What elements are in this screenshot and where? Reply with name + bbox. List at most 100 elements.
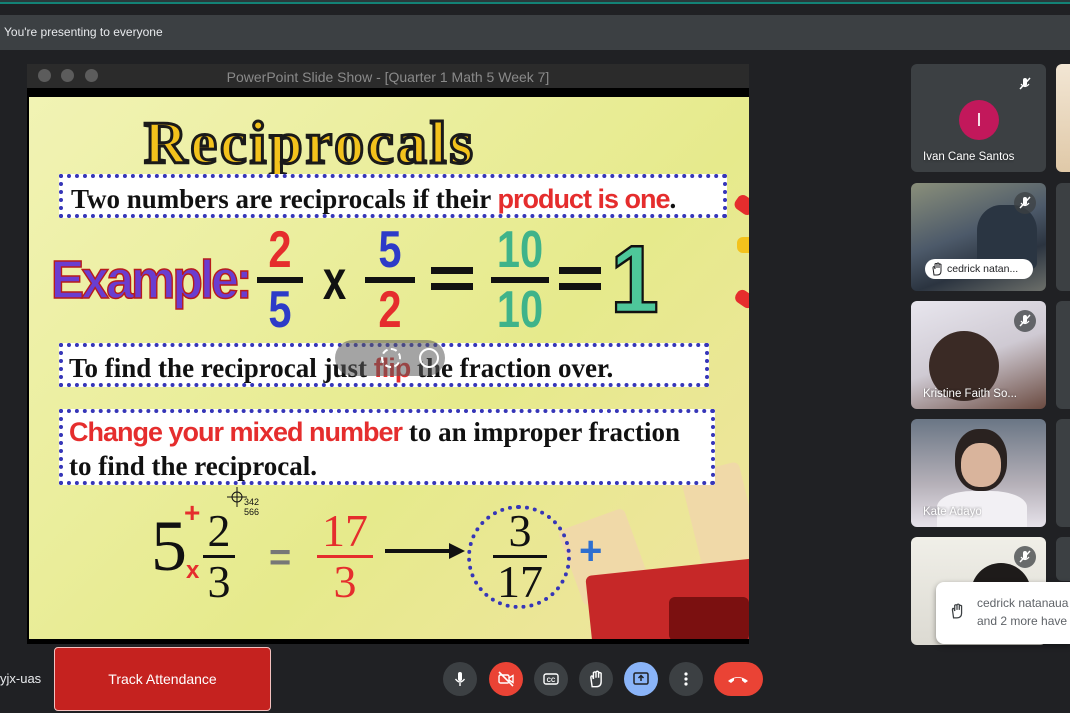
mixed-line-1: Change your mixed number to an improper … xyxy=(69,417,680,448)
mute-overlay-icon[interactable] xyxy=(381,348,401,368)
microphone-icon xyxy=(454,672,466,686)
camera-off-icon xyxy=(498,671,514,687)
deco-block xyxy=(732,192,749,218)
raise-hand-icon xyxy=(590,670,602,688)
mixed-den: 3 xyxy=(207,556,231,607)
overflow-tile[interactable] xyxy=(1056,419,1070,527)
frac1-num: 2 xyxy=(268,221,292,279)
mixed-number-box: Change your mixed number to an improper … xyxy=(59,409,715,485)
equals-sign-bottom xyxy=(559,283,601,290)
participant-tile[interactable]: Kate Adayo xyxy=(911,419,1046,527)
meeting-code: yjx-uas xyxy=(0,671,42,686)
cursor-y: 566 xyxy=(244,507,260,517)
definition-box: Two numbers are reciprocals if their pro… xyxy=(59,174,727,218)
plus-mark: + xyxy=(184,497,201,528)
raise-hand-button[interactable] xyxy=(579,662,613,696)
ppt-titlebar: PowerPoint Slide Show - [Quarter 1 Math … xyxy=(27,64,749,88)
improper-fraction: 17 3 xyxy=(317,505,373,607)
avatar: I xyxy=(959,100,999,140)
recip-den: 17 xyxy=(497,556,543,607)
overflow-tile[interactable] xyxy=(1056,301,1070,409)
captions-button[interactable]: CC xyxy=(534,662,568,696)
definition-prefix: Two numbers are reciprocals if their xyxy=(71,184,498,214)
participant-tile[interactable]: I Ivan Cane Santos xyxy=(911,64,1046,172)
deco-block xyxy=(737,237,749,253)
definition-suffix: . xyxy=(669,184,677,214)
raise-hand-icon xyxy=(932,262,942,276)
deco-plus: + xyxy=(579,529,603,573)
frac2-den: 2 xyxy=(378,281,402,339)
toast-line-1: cedrick natanaua xyxy=(977,596,1069,610)
multiply-mark: x xyxy=(186,557,200,584)
more-options-button[interactable] xyxy=(669,662,703,696)
presenter-overlay-pill[interactable] xyxy=(335,340,445,376)
improper-num: 17 xyxy=(322,505,368,556)
powerpoint-window: PowerPoint Slide Show - [Quarter 1 Math … xyxy=(27,64,749,644)
times-sign: x xyxy=(322,248,347,311)
participant-tile[interactable]: Kristine Faith So... xyxy=(911,301,1046,409)
end-call-icon xyxy=(728,677,748,683)
top-edge xyxy=(0,0,1070,4)
definition-text: Two numbers are reciprocals if their pro… xyxy=(71,184,676,215)
mixed-whole: 5 xyxy=(151,506,187,586)
participant-name: Kristine Faith So... xyxy=(923,388,1017,400)
video-face xyxy=(961,443,1001,487)
microphone-button[interactable] xyxy=(443,662,477,696)
result-one: 1 xyxy=(610,225,660,335)
present-now-button[interactable] xyxy=(624,662,658,696)
track-attendance-button[interactable]: Track Attendance xyxy=(54,647,271,711)
mic-off-icon xyxy=(1014,546,1036,568)
mic-off-icon xyxy=(1014,192,1036,214)
minus-circle-icon[interactable] xyxy=(419,348,439,368)
equals-sign-top xyxy=(559,267,601,274)
overflow-tile[interactable] xyxy=(1056,537,1070,581)
equals-sign-top xyxy=(431,267,473,274)
end-call-button[interactable] xyxy=(714,662,763,696)
cursor-x: 342 xyxy=(244,497,260,507)
raise-hand-icon xyxy=(951,603,963,619)
overflow-tile[interactable] xyxy=(1056,64,1070,172)
overflow-tile[interactable] xyxy=(1056,183,1070,291)
arrow-right-icon xyxy=(385,543,465,559)
equals-sign-bottom xyxy=(431,283,473,290)
present-icon xyxy=(633,672,649,685)
camera-toggle-button[interactable] xyxy=(489,662,523,696)
mixed-highlight: Change your mixed number xyxy=(69,417,403,447)
fraction-2-5: 2 5 xyxy=(257,221,303,339)
result-num: 10 xyxy=(496,221,544,279)
cursor-coordinate-readout: 342 566 xyxy=(244,497,259,517)
mixed-fraction: 2 3 xyxy=(203,505,235,607)
deco-block xyxy=(669,597,749,639)
frac1-den: 5 xyxy=(268,281,292,339)
presenting-banner: You're presenting to everyone xyxy=(0,15,1070,50)
raised-hand-chip: cedrick natan... xyxy=(925,259,1033,279)
result-den: 10 xyxy=(496,281,544,339)
reciprocal-fraction: 3 17 xyxy=(493,505,547,607)
participant-name: Ivan Cane Santos xyxy=(923,151,1015,163)
ppt-window-title: PowerPoint Slide Show - [Quarter 1 Math … xyxy=(226,69,550,85)
captions-icon: CC xyxy=(543,673,559,685)
mixed-line-2: to find the reciprocal. xyxy=(69,451,317,481)
recip-num: 3 xyxy=(508,505,532,556)
mic-off-icon xyxy=(1014,310,1036,332)
participant-name: Kate Adayo xyxy=(923,506,982,518)
example-label: Example: xyxy=(50,249,253,311)
improper-den: 3 xyxy=(333,556,357,607)
slide: + Reciprocals Two numbers are reciprocal… xyxy=(29,97,749,639)
fraction-10-10: 10 10 xyxy=(491,221,549,339)
fraction-5-2: 5 2 xyxy=(365,224,415,339)
mixed-suffix: to an improper fraction xyxy=(402,417,681,447)
svg-text:CC: CC xyxy=(547,678,556,684)
presenting-text: You're presenting to everyone xyxy=(4,25,163,39)
mic-off-icon xyxy=(1014,73,1036,95)
toast-line-2: and 2 more have xyxy=(977,614,1068,628)
participant-name: cedrick natan... xyxy=(947,263,1019,275)
more-options-icon xyxy=(684,672,688,686)
deco-block xyxy=(732,287,749,311)
slide-heading: Reciprocals xyxy=(143,109,476,178)
participant-tile[interactable]: cedrick natan... xyxy=(911,183,1046,291)
definition-highlight: product is one xyxy=(497,184,670,214)
raised-hand-toast[interactable]: cedrick natanaua and 2 more have xyxy=(936,582,1070,644)
mixed-num: 2 xyxy=(207,505,231,556)
flip-prefix: To find the reciprocal just xyxy=(69,353,374,383)
